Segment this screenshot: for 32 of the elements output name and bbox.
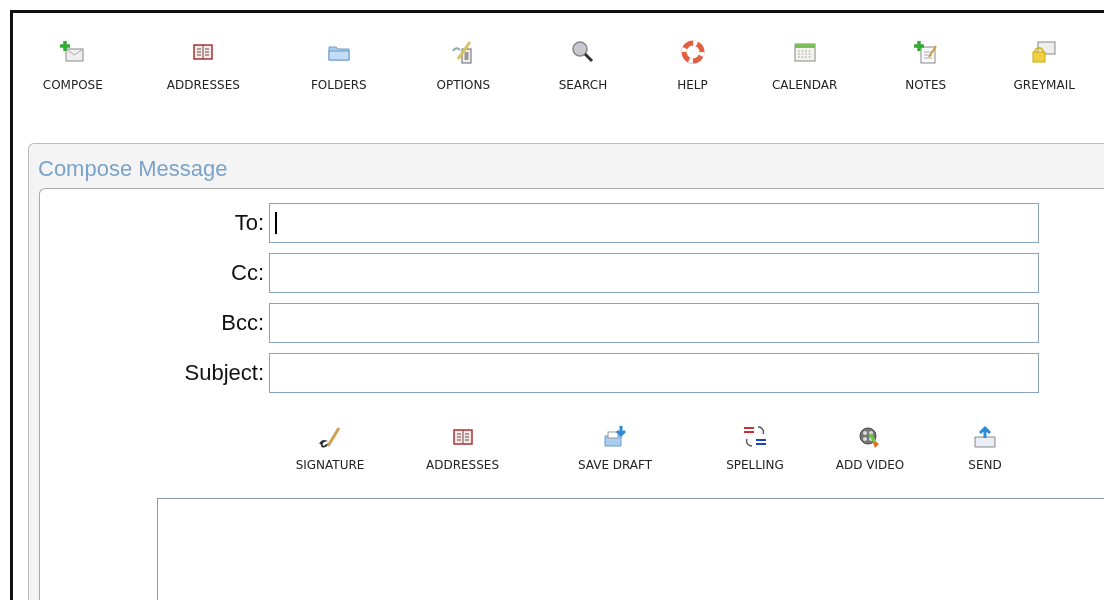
spelling-swap-icon — [742, 424, 768, 450]
toolbar-button[interactable]: ADDRESSES — [132, 39, 275, 143]
envelope-lock-icon — [1031, 39, 1058, 65]
envelope-plus-icon — [59, 39, 86, 65]
toolbar-button[interactable]: FOLDERS — [274, 39, 404, 143]
action-button[interactable]: SAVE DRAFT — [535, 424, 695, 472]
toolbar-button[interactable]: HELP — [642, 39, 743, 143]
toolbar-button[interactable]: OPTIONS — [403, 39, 524, 143]
search-icon — [569, 39, 596, 65]
outbox-icon — [972, 424, 998, 450]
input-field[interactable] — [269, 353, 1039, 393]
field-label: Bcc: — [221, 310, 264, 336]
lifebuoy-icon — [679, 39, 706, 65]
action-button[interactable]: SIGNATURE — [270, 424, 390, 472]
save-box-icon — [602, 424, 628, 450]
action-button[interactable]: SEND — [925, 424, 1045, 472]
action-button[interactable]: ADDRESSES — [390, 424, 535, 472]
input-field[interactable] — [269, 253, 1039, 293]
field-label: Subject: — [184, 360, 264, 386]
field-label: Cc: — [231, 260, 264, 286]
toolbar-button[interactable]: SEARCH — [523, 39, 643, 143]
panel-title: Compose Message — [37, 155, 228, 183]
notepad-plus-icon — [912, 39, 939, 65]
action-button[interactable]: ADD VIDEO — [815, 424, 925, 472]
field-label: To: — [234, 210, 264, 236]
toolbar-button[interactable]: NOTES — [866, 39, 985, 143]
toolbar-button[interactable]: CALENDAR — [742, 39, 867, 143]
toolbar-button[interactable]: GREYMAIL — [984, 39, 1104, 143]
input-field[interactable] — [269, 303, 1039, 343]
action-button[interactable]: SPELLING — [695, 424, 815, 472]
input-field[interactable] — [269, 203, 1039, 243]
toolbar-button[interactable]: COMPOSE — [13, 39, 133, 143]
